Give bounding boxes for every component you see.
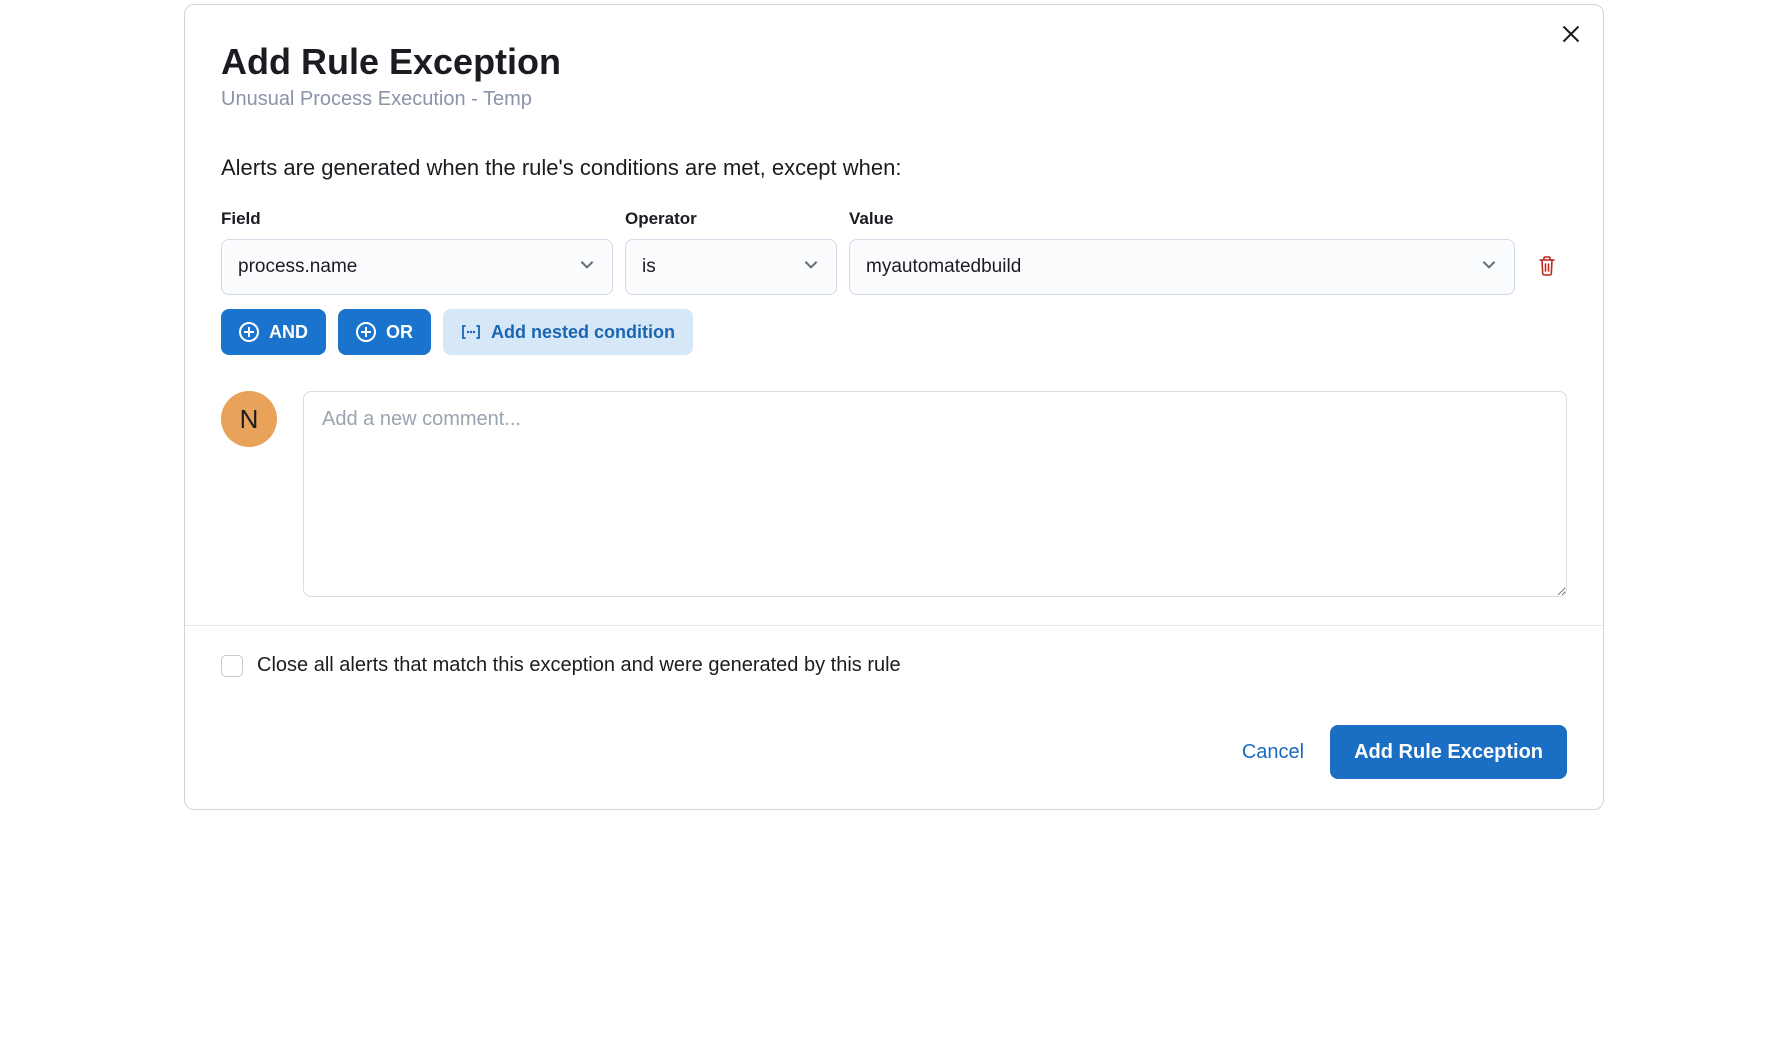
chevron-down-icon [578, 255, 596, 279]
comment-section: N [221, 391, 1567, 597]
field-select[interactable]: process.name [221, 239, 613, 295]
close-alerts-label: Close all alerts that match this excepti… [257, 654, 901, 677]
add-rule-exception-modal: Add Rule Exception Unusual Process Execu… [184, 4, 1604, 810]
footer-actions: Cancel Add Rule Exception [221, 725, 1567, 779]
plus-circle-icon [239, 322, 259, 342]
close-alerts-checkbox[interactable] [221, 655, 243, 677]
close-alerts-row: Close all alerts that match this excepti… [221, 654, 1567, 677]
add-nested-condition-button[interactable]: Add nested condition [443, 309, 693, 355]
and-button-label: AND [269, 322, 308, 343]
modal-title: Add Rule Exception [221, 41, 1567, 82]
avatar-initial: N [240, 404, 259, 435]
value-select-value: myautomatedbuild [866, 256, 1021, 278]
and-button[interactable]: AND [221, 309, 326, 355]
trash-icon [1537, 255, 1557, 280]
operator-column: Operator is [625, 209, 837, 295]
or-button[interactable]: OR [338, 309, 431, 355]
field-label: Field [221, 209, 613, 229]
nested-button-label: Add nested condition [491, 322, 675, 343]
field-column: Field process.name [221, 209, 613, 295]
field-select-value: process.name [238, 256, 357, 278]
operator-select[interactable]: is [625, 239, 837, 295]
nested-brackets-icon [461, 324, 481, 340]
value-select[interactable]: myautomatedbuild [849, 239, 1515, 295]
avatar: N [221, 391, 277, 447]
chevron-down-icon [802, 255, 820, 279]
or-button-label: OR [386, 322, 413, 343]
add-rule-exception-button[interactable]: Add Rule Exception [1330, 725, 1567, 779]
condition-description: Alerts are generated when the rule's con… [221, 155, 1567, 181]
plus-circle-icon [356, 322, 376, 342]
close-button[interactable] [1557, 21, 1585, 49]
operator-select-value: is [642, 256, 656, 278]
close-icon [1561, 24, 1581, 47]
delete-condition-button[interactable] [1527, 239, 1567, 295]
comment-input[interactable] [303, 391, 1567, 597]
chevron-down-icon [1480, 255, 1498, 279]
value-label: Value [849, 209, 1515, 229]
condition-row: Field process.name Operator is [221, 209, 1567, 295]
value-column: Value myautomatedbuild [849, 209, 1515, 295]
cancel-button[interactable]: Cancel [1242, 741, 1304, 764]
modal-body: Add Rule Exception Unusual Process Execu… [185, 5, 1603, 625]
modal-subtitle: Unusual Process Execution - Temp [221, 88, 1567, 111]
logic-operators-row: AND OR Add nested condition [221, 309, 1567, 355]
modal-footer: Close all alerts that match this excepti… [185, 625, 1603, 809]
operator-label: Operator [625, 209, 837, 229]
